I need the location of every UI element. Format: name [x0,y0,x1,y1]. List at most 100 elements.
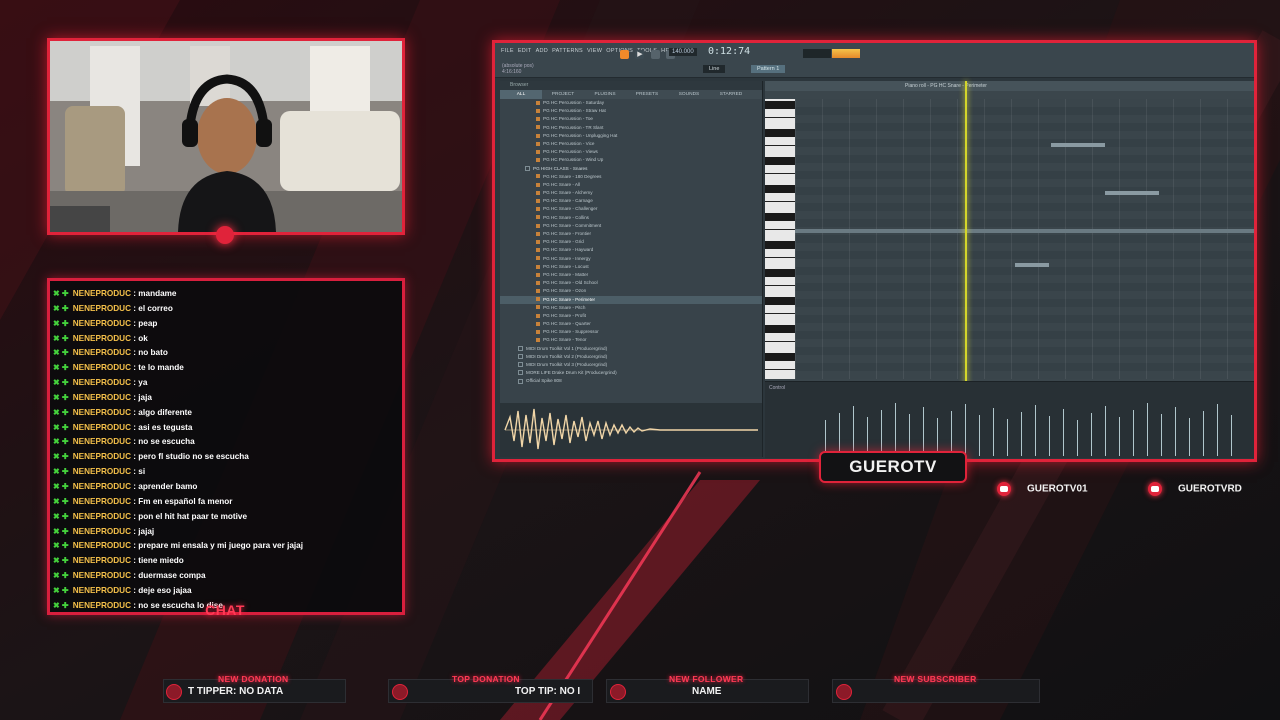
note[interactable] [1051,143,1105,147]
menu-item-patterns[interactable]: PATTERNS [552,48,583,54]
browser-folder-item[interactable]: PG HIGH CLASS - Snares [500,165,762,173]
browser-tab-project[interactable]: PROJECT [542,90,584,99]
velocity-bar[interactable] [1189,418,1190,456]
snap-select[interactable]: Line [703,65,726,73]
browser-file-item[interactable]: PG HC Percussion - Unplugging Hat [500,132,762,140]
tempo-display[interactable]: 140.000 [669,48,697,56]
velocity-bar[interactable] [1035,405,1036,456]
browser-file-item[interactable]: PG HC Snare - All [500,181,762,189]
velocity-bar[interactable] [1007,419,1008,456]
browser-file-item[interactable]: PG HC Snare - Ozon [500,287,762,295]
velocity-bar[interactable] [979,415,980,456]
velocity-bar[interactable] [1161,414,1162,456]
chat-username: NENEPRODUC [72,348,131,358]
audio-file-icon [536,141,540,146]
mod-badge-icon: ✖ [53,333,60,343]
piano-roll-title: Piano roll - PG HC Snare - Perimeter [765,81,1254,91]
piano-keys[interactable] [765,99,795,379]
alert-follower-text: NAME [692,686,722,697]
browser-file-item[interactable]: PG HC Snare - Hayward [500,246,762,254]
browser-folder-item[interactable]: MIDI Drum Toolkit Vol 1 (Producergrind) [500,345,762,353]
browser-file-item[interactable]: PG HC Snare - Tenor [500,336,762,344]
browser-file-item[interactable]: PG HC Percussion - Views [500,148,762,156]
velocity-bar[interactable] [1175,407,1176,456]
browser-folder-item[interactable]: MORE LIFE Drake Drum Kit (Producergrind) [500,369,762,377]
browser-file-item[interactable]: PG HC Snare - Alchemy [500,189,762,197]
chat-message: ✖ ✚ NENEPRODUC : te lo mande [50,361,402,376]
velocity-bar[interactable] [1119,417,1120,456]
browser-file-item[interactable]: PG HC Percussion - Wind Up [500,156,762,164]
menu-item-file[interactable]: FILE [501,48,514,54]
browser-folder-item[interactable]: Official Spike 808 [500,377,762,385]
chat-text: algo diferente [138,407,192,417]
browser-file-item[interactable]: PG HC Snare - Suppressor [500,328,762,336]
browser-tab-all[interactable]: ALL [500,90,542,99]
velocity-bar[interactable] [853,406,854,456]
browser-file-item[interactable]: PG HC Snare - 180 Degrees [500,173,762,181]
velocity-bar[interactable] [839,413,840,456]
browser-file-item[interactable]: PG HC Snare - Locust [500,263,762,271]
sub-badge-icon: ✚ [61,407,69,417]
velocity-bar[interactable] [951,411,952,456]
note[interactable] [795,229,1254,233]
browser-tab-presets[interactable]: PRESETS [626,90,668,99]
velocity-bar[interactable] [895,403,896,456]
browser-file-item[interactable]: PG HC Snare - Pitch [500,304,762,312]
browser-file-item[interactable]: PG HC Snare - Frontier [500,230,762,238]
browser-file-item[interactable]: PG HC Percussion - Toe [500,115,762,123]
browser-tab-sounds[interactable]: SOUNDS [668,90,710,99]
browser-file-item[interactable]: PG HC Snare - Profit [500,312,762,320]
velocity-bar[interactable] [1049,416,1050,456]
browser-file-item[interactable]: PG HC Snare - Quarter [500,320,762,328]
pattern-select[interactable]: Pattern 1 [751,65,786,73]
menu-item-edit[interactable]: EDIT [518,48,532,54]
velocity-bar[interactable] [1203,411,1204,456]
velocity-bar[interactable] [965,404,966,456]
browser-file-item[interactable]: PG HC Snare - Matter [500,271,762,279]
browser-file-item[interactable]: PG HC Percussion - TR Slant [500,124,762,132]
velocity-bar[interactable] [1063,409,1064,456]
velocity-bar[interactable] [923,407,924,456]
velocity-bar[interactable] [881,410,882,456]
chat-message: ✖ ✚ NENEPRODUC : ok [50,332,402,347]
velocity-bar[interactable] [1021,412,1022,456]
velocity-bar[interactable] [909,414,910,456]
browser-folder-item[interactable]: MIDI Drum Toolkit Vol 3 (Producergrind) [500,361,762,369]
browser-file-item[interactable]: PG HC Snare - Old School [500,279,762,287]
velocity-bar[interactable] [1133,410,1134,456]
velocity-bar[interactable] [1147,403,1148,456]
browser-tab-plugins[interactable]: PLUGINS [584,90,626,99]
browser-item-label: PG HC Snare - Carnage [543,198,593,204]
menu-item-view[interactable]: VIEW [587,48,602,54]
chat-message: ✖ ✚ NENEPRODUC : jajaj [50,525,402,540]
velocity-bar[interactable] [1105,406,1106,456]
velocity-bar[interactable] [1091,413,1092,456]
velocity-lane[interactable]: Control [765,381,1254,458]
browser-file-item[interactable]: PG HC Snare - Perimeter [500,295,762,304]
velocity-bar[interactable] [1231,415,1232,456]
browser-file-item[interactable]: PG HC Snare - Collins [500,214,762,222]
menu-item-add[interactable]: ADD [536,48,549,54]
sub-badge-icon: ✚ [61,392,69,402]
browser-file-item[interactable]: PG HC Snare - Challenger [500,205,762,213]
browser-file-item[interactable]: PG HC Percussion - Vice [500,140,762,148]
note[interactable] [1105,191,1159,195]
pattern-song-toggle[interactable] [620,50,629,60]
browser-file-item[interactable]: PG HC Snare - Commitment [500,222,762,230]
browser-file-item[interactable]: PG HC Snare - Grid [500,238,762,246]
browser-folder-item[interactable]: MIDI Drum Toolkit Vol 2 (Producergrind) [500,353,762,361]
play-icon[interactable]: ▶ [635,50,645,60]
file-browser: Browser ALL PROJECT PLUGINS PRESETS SOUNDS ST… [500,81,763,457]
browser-file-item[interactable]: PG HC Snare - Innergy [500,255,762,263]
note[interactable] [1015,263,1049,267]
velocity-bar[interactable] [993,408,994,456]
piano-roll[interactable]: Piano roll - PG HC Snare - Perimeter Con… [765,81,1254,458]
velocity-bar[interactable] [1077,420,1078,456]
browser-file-item[interactable]: PG HC Snare - Carnage [500,197,762,205]
velocity-bar[interactable] [1217,404,1218,456]
note-grid[interactable] [795,99,1254,379]
browser-file-item[interactable]: PG HC Percussion - Saturday [500,99,762,107]
browser-file-item[interactable]: PG HC Percussion - Straw Hat [500,107,762,115]
browser-tab-starred[interactable]: STARRED [710,90,752,99]
stop-icon[interactable] [650,50,660,60]
